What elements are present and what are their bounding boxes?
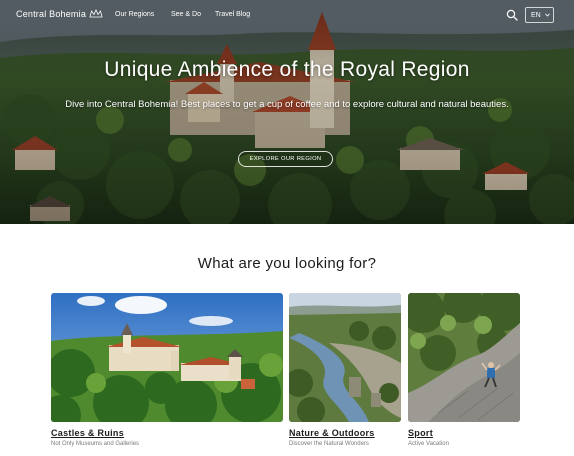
explore-region-button[interactable]: EXPLORE OUR REGION	[238, 151, 333, 167]
card-sport-title[interactable]: Sport	[408, 428, 433, 438]
hero-title: Unique Ambience of the Royal Region	[104, 58, 470, 81]
nav-see-and-do[interactable]: See & Do	[171, 11, 201, 18]
chevron-down-icon	[544, 13, 550, 17]
card-castles-title[interactable]: Castles & Ruins	[51, 428, 124, 438]
search-icon[interactable]	[506, 9, 518, 21]
crown-icon	[89, 9, 103, 18]
language-value: EN	[531, 11, 541, 19]
card-castles-image[interactable]	[51, 293, 283, 422]
hero-subtitle: Dive into Central Bohemia! Best places t…	[65, 99, 509, 110]
hero-overlay	[0, 0, 574, 224]
nav-our-regions[interactable]: Our Regions	[115, 11, 154, 18]
card-nature-image[interactable]	[289, 293, 401, 422]
hero-section: Central Bohemia Our Regions See & Do Tra…	[0, 0, 574, 224]
castle-photo	[51, 293, 283, 422]
nav-travel-blog[interactable]: Travel Blog	[215, 11, 250, 18]
card-sport-image[interactable]	[408, 293, 520, 422]
card-nature-subtitle: Discover the Natural Wonders	[289, 441, 369, 447]
card-sport-subtitle: Active Vacation	[408, 441, 449, 447]
card-castles-subtitle: Not Only Museums and Galleries	[51, 441, 140, 447]
section-title: What are you looking for?	[197, 255, 377, 272]
river-valley-photo	[289, 293, 401, 422]
language-select[interactable]: EN	[525, 7, 554, 23]
climbing-photo	[408, 293, 520, 422]
site-logo[interactable]: Central Bohemia	[16, 9, 103, 19]
card-nature-title[interactable]: Nature & Outdoors	[289, 428, 375, 438]
logo-text: Central Bohemia	[16, 9, 87, 19]
site-header: Central Bohemia Our Regions See & Do Tra…	[0, 0, 574, 32]
